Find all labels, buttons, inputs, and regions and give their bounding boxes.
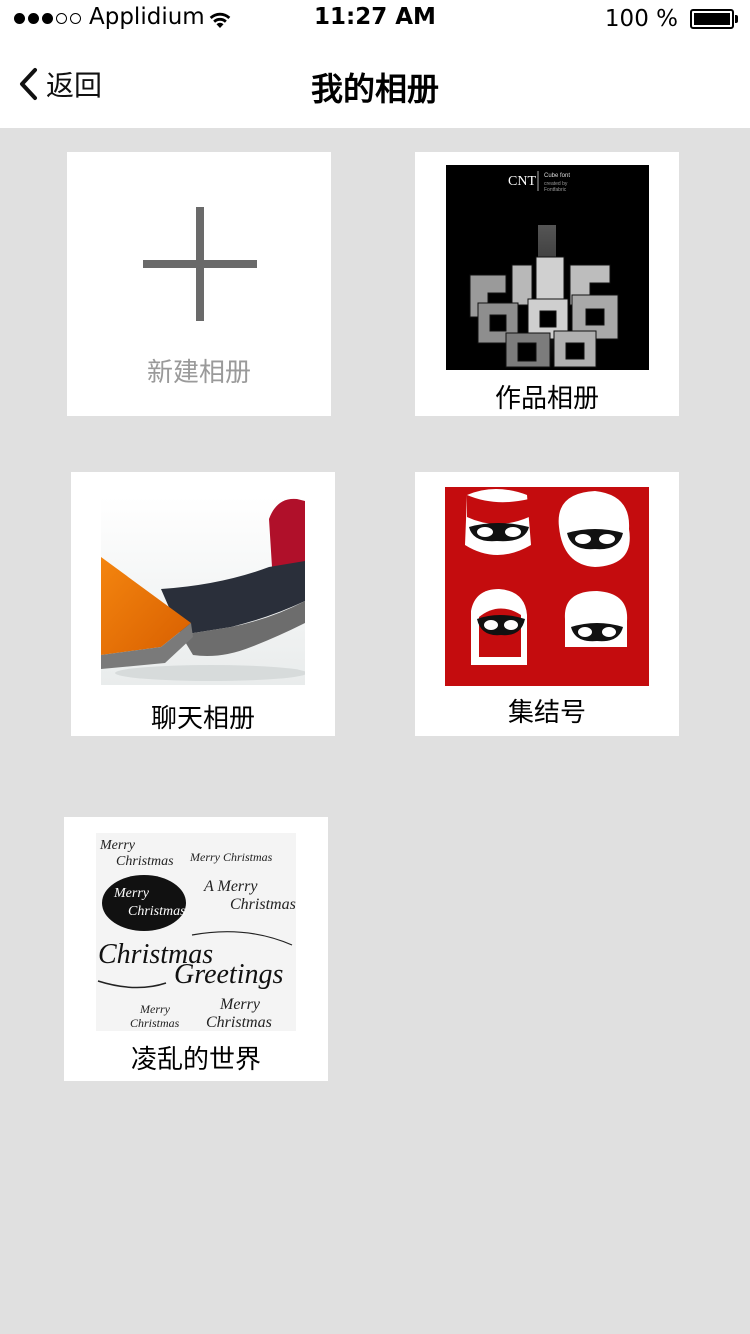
cube-font-poster-image: CNT Cube font created by Fontfabric	[469, 171, 619, 368]
lettering-word: Merry	[139, 1002, 171, 1016]
plus-icon	[143, 207, 257, 321]
poster-title: Cube font	[544, 173, 570, 179]
lettering-word: Merry Christmas	[189, 850, 273, 864]
christmas-lettering-image: Merry Christmas Merry Christmas Merry Ch…	[96, 833, 296, 1031]
lettering-word: Christmas	[116, 854, 174, 869]
page-title: 我的相册	[310, 70, 439, 108]
poster-logo: CNT	[508, 174, 536, 189]
album-tile-chat[interactable]: 聊天相册	[71, 472, 335, 736]
top-bar: Applidium 11:27 AM 100 % 返回 我的相册	[0, 0, 750, 128]
lettering-word: Greetings	[174, 959, 283, 990]
album-tile-rally[interactable]: 集结号	[415, 472, 679, 736]
album-tile-messy-world[interactable]: Merry Christmas Merry Christmas Merry Ch…	[64, 817, 328, 1081]
lettering-word: Christmas	[230, 896, 296, 913]
lettering-word: Christmas	[130, 1016, 180, 1030]
album-label: 聊天相册	[150, 704, 255, 734]
battery-cap	[735, 15, 738, 23]
poster-credit: created by Fontfabric	[544, 181, 568, 193]
album-label: 作品相册	[494, 384, 599, 414]
lettering-word: Merry	[219, 996, 261, 1013]
lettering-word: Merry	[99, 838, 136, 853]
masked-heroes-image	[445, 487, 649, 686]
battery-fill	[694, 13, 730, 25]
album-label: 集结号	[507, 698, 586, 728]
album-tile-works[interactable]: CNT Cube font created by Fontfabric 作品相册	[415, 152, 679, 416]
battery-icon	[690, 9, 734, 29]
album-thumbnail: CNT Cube font created by Fontfabric	[446, 165, 649, 370]
album-label: 凌乱的世界	[130, 1045, 261, 1075]
navigation-bar: 返回 我的相册	[0, 40, 750, 128]
lettering-word: Christmas	[128, 904, 186, 919]
album-thumbnail	[445, 487, 649, 686]
new-album-button[interactable]: 新建相册	[67, 152, 331, 416]
lettering-word: Christmas	[206, 1014, 272, 1031]
battery-percentage: 100 %	[604, 6, 678, 32]
lettering-word: A Merry	[203, 878, 258, 895]
status-bar: Applidium 11:27 AM 100 %	[0, 0, 750, 40]
lettering-word: Merry	[113, 886, 150, 901]
album-thumbnail	[101, 497, 305, 685]
sofa-photo-image	[101, 497, 305, 685]
album-thumbnail: Merry Christmas Merry Christmas Merry Ch…	[96, 833, 296, 1031]
poster-credit-line: Fontfabric	[544, 187, 567, 193]
album-label: 新建相册	[146, 358, 251, 388]
